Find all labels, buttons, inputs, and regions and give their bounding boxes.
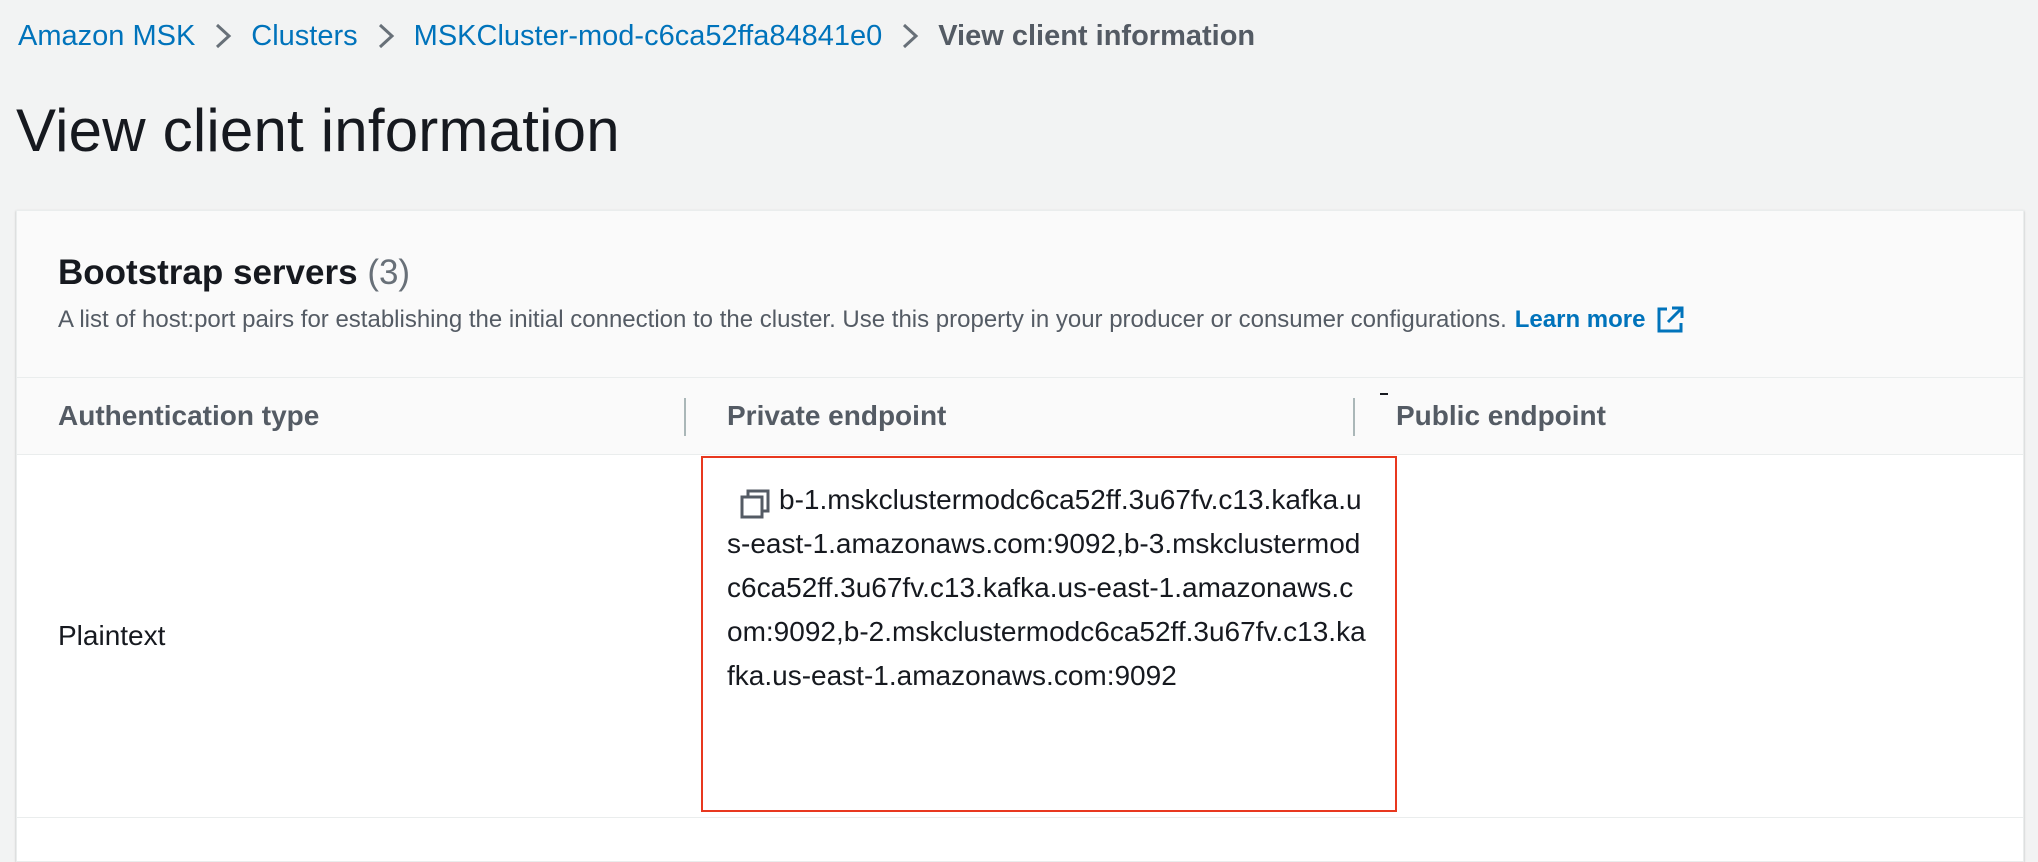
learn-more-link[interactable]: Learn more	[1515, 305, 1686, 335]
table-header: Authentication type Private endpoint Pub…	[17, 378, 2023, 455]
chevron-right-icon	[195, 16, 251, 56]
table-row: Plaintext b-1.mskclustermodc6ca52ff.3u67…	[17, 455, 2023, 818]
page-title: View client information	[16, 97, 620, 164]
column-header-auth-type[interactable]: Authentication type	[58, 378, 319, 454]
breadcrumb-clusters[interactable]: Clusters	[251, 20, 357, 53]
column-header-private-endpoint[interactable]: Private endpoint	[727, 378, 946, 454]
panel-header: Bootstrap servers (3) A list of host:por…	[17, 211, 2023, 378]
breadcrumb-current: View client information	[938, 19, 1256, 52]
description-text: A list of host:port pairs for establishi…	[58, 306, 1507, 333]
panel-title-text: Bootstrap servers	[58, 253, 358, 292]
column-divider[interactable]	[1353, 398, 1355, 436]
chevron-right-icon	[882, 16, 938, 56]
chevron-right-icon	[358, 16, 414, 56]
server-count: (3)	[367, 253, 411, 292]
private-endpoint-cell: b-1.mskclustermodc6ca52ff.3u67fv.c13.kaf…	[701, 456, 1397, 812]
external-link-icon	[1657, 306, 1684, 333]
private-endpoint-value: b-1.mskclustermodc6ca52ff.3u67fv.c13.kaf…	[727, 484, 1366, 691]
bootstrap-servers-panel: Bootstrap servers (3) A list of host:por…	[16, 210, 2024, 862]
column-divider[interactable]	[684, 398, 686, 436]
column-header-public-endpoint[interactable]: Public endpoint	[1396, 378, 1606, 454]
breadcrumb-cluster-name[interactable]: MSKCluster-mod-c6ca52ffa84841e0	[414, 20, 883, 53]
panel-description: A list of host:port pairs for establishi…	[58, 305, 1685, 335]
breadcrumb-amazon-msk[interactable]: Amazon MSK	[18, 20, 195, 53]
auth-type-cell: Plaintext	[58, 620, 166, 651]
learn-more-label: Learn more	[1514, 306, 1646, 333]
panel-title: Bootstrap servers (3)	[58, 253, 410, 293]
breadcrumb: Amazon MSK Clusters MSKCluster-mod-c6ca5…	[18, 16, 1255, 56]
cursor-mark	[1380, 393, 1388, 395]
